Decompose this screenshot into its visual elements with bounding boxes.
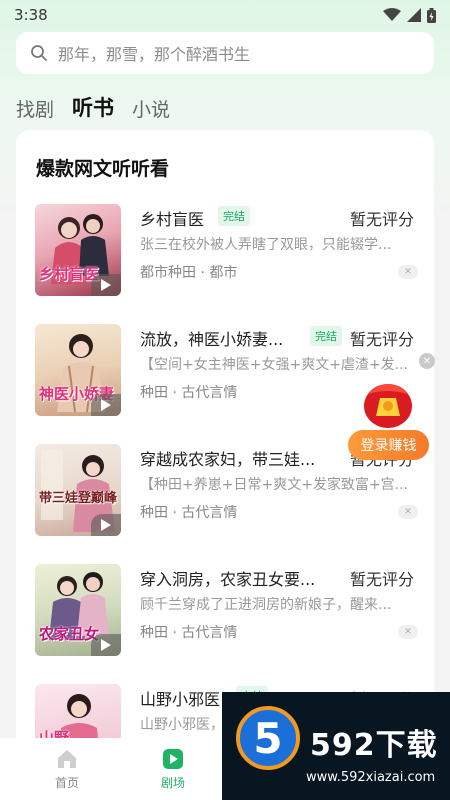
play-icon: [101, 399, 111, 411]
play-icon: [101, 519, 111, 531]
book-item[interactable]: 农家丑女 穿入洞房，农家丑女要... 暂无评分 顾千兰穿成了正进洞房的新娘子，醒…: [16, 564, 434, 664]
play-icon: [101, 639, 111, 651]
book-description: 【种田+养崽+日常+爽文+发家致富+宫...: [140, 477, 409, 493]
wifi-icon: [383, 8, 401, 21]
book-title: 山野小邪医: [140, 690, 221, 709]
book-rating: 暂无评分: [349, 570, 414, 589]
status-time: 3:38: [14, 6, 48, 24]
play-button[interactable]: [91, 634, 121, 656]
battery-icon: [427, 7, 436, 23]
book-cover[interactable]: 乡村盲医: [35, 204, 121, 296]
search-bar[interactable]: 那年，那雪，那个醉酒书生: [16, 32, 434, 74]
book-rating: 暂无评分: [349, 330, 414, 349]
dismiss-icon[interactable]: ✕: [398, 505, 418, 519]
nav-home-label: 首页: [54, 775, 79, 790]
watermark-logo: 5 592下载 www.592xiazai.com: [222, 692, 450, 800]
play-button[interactable]: [91, 274, 121, 296]
book-cover[interactable]: 农家丑女: [35, 564, 121, 656]
watermark-brand: 592下载: [310, 728, 438, 763]
dismiss-icon[interactable]: ✕: [398, 625, 418, 639]
cover-title: 带三娃登巅峰: [39, 491, 118, 506]
book-rating: 暂无评分: [349, 210, 414, 229]
book-title: 穿越成农家妇，带三娃...: [140, 450, 316, 469]
book-description: 张三在校外被人弄瞎了双眼，只能辍学...: [140, 237, 392, 253]
book-genre: 都市种田 · 都市: [140, 265, 238, 281]
cover-title: 乡村盲医: [39, 265, 100, 283]
book-cover[interactable]: 神医小娇妻: [35, 324, 121, 416]
section-title: 爆款网文听听看: [36, 158, 170, 180]
nav-theater[interactable]: 剧场: [123, 748, 223, 791]
book-genre: 种田 · 古代言情: [140, 625, 238, 641]
tab-novels[interactable]: 小说: [132, 95, 170, 122]
dismiss-icon[interactable]: ✕: [398, 265, 418, 279]
status-bar: 3:38: [0, 0, 450, 30]
float-close-icon[interactable]: ✕: [419, 353, 435, 369]
search-input[interactable]: 那年，那雪，那个醉酒书生: [58, 41, 250, 65]
book-title: 乡村盲医: [140, 210, 205, 229]
cover-title: 农家丑女: [39, 625, 100, 643]
play-icon: [163, 748, 183, 769]
book-description: 顾千兰穿成了正进洞房的新娘子，醒来...: [140, 597, 392, 613]
play-icon: [101, 279, 111, 291]
search-icon: [31, 45, 47, 61]
play-button[interactable]: [91, 394, 121, 416]
book-genre: 种田 · 古代言情: [140, 385, 238, 401]
play-button[interactable]: [91, 514, 121, 536]
book-title: 穿入洞房，农家丑女要...: [140, 570, 316, 589]
book-title: 流放，神医小娇妻...: [140, 330, 284, 349]
top-tabs: 找剧 听书 小说: [16, 92, 170, 122]
book-cover[interactable]: 带三娃登巅峰: [35, 444, 121, 536]
completed-badge: 完结: [218, 206, 250, 226]
completed-badge: 完结: [310, 326, 342, 346]
tab-find-drama[interactable]: 找剧: [16, 95, 54, 122]
home-icon: [58, 749, 76, 768]
nav-theater-label: 剧场: [160, 775, 185, 790]
tab-audiobooks[interactable]: 听书: [72, 92, 114, 122]
nav-home[interactable]: 首页: [17, 748, 117, 791]
signal-icon: [407, 8, 421, 22]
watermark-url: www.592xiazai.com: [306, 770, 436, 785]
watermark-badge: 5: [236, 706, 300, 770]
book-item[interactable]: 乡村盲医 乡村盲医 完结 暂无评分 张三在校外被人弄瞎了双眼，只能辍学... 都…: [16, 204, 434, 304]
book-genre: 种田 · 古代言情: [140, 505, 238, 521]
login-earn-button[interactable]: 登录赚钱: [348, 430, 429, 460]
watermark-digit: 5: [253, 713, 283, 763]
gift-icon[interactable]: [356, 370, 420, 432]
status-icons: [383, 7, 436, 23]
